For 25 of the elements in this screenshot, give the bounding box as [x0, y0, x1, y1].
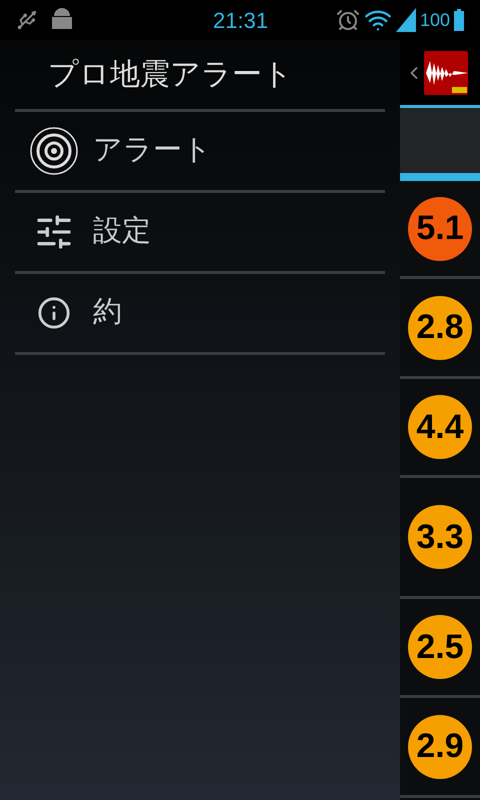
battery-icon [454, 9, 464, 31]
alarm-icon [336, 8, 360, 32]
signal-icon [396, 8, 416, 32]
magnitude-badge: 2.8 [408, 296, 472, 360]
info-icon [37, 296, 71, 330]
quake-row[interactable]: 4.4 [400, 379, 480, 478]
magnitude-badge: 2.9 [408, 714, 472, 778]
target-icon [30, 127, 78, 175]
magnitude-badge: 3.3 [408, 505, 472, 569]
quake-row[interactable]: 3.3 [400, 478, 480, 599]
quake-row[interactable]: 5.1 [400, 181, 480, 279]
quake-row[interactable]: 2.8 [400, 279, 480, 379]
battery-level: 100 [420, 8, 450, 32]
drawer-item[interactable]: 約 [15, 274, 385, 352]
clock-time: 21:31 [213, 6, 268, 34]
magnitude-badge: 4.4 [408, 395, 472, 459]
quake-row[interactable]: 2.9 [400, 698, 480, 798]
magnitude-badge: 5.1 [408, 196, 472, 260]
quake-row[interactable]: 2.5 [400, 599, 480, 698]
drawer-item[interactable]: 設定 [15, 193, 385, 271]
app-logo-icon[interactable] [424, 50, 468, 94]
magnitude-badge: 2.5 [408, 615, 472, 679]
usb-icon [16, 9, 38, 31]
drawer-item[interactable]: アラート [15, 112, 385, 190]
drawer-title: プロ地震アラート [47, 57, 294, 93]
